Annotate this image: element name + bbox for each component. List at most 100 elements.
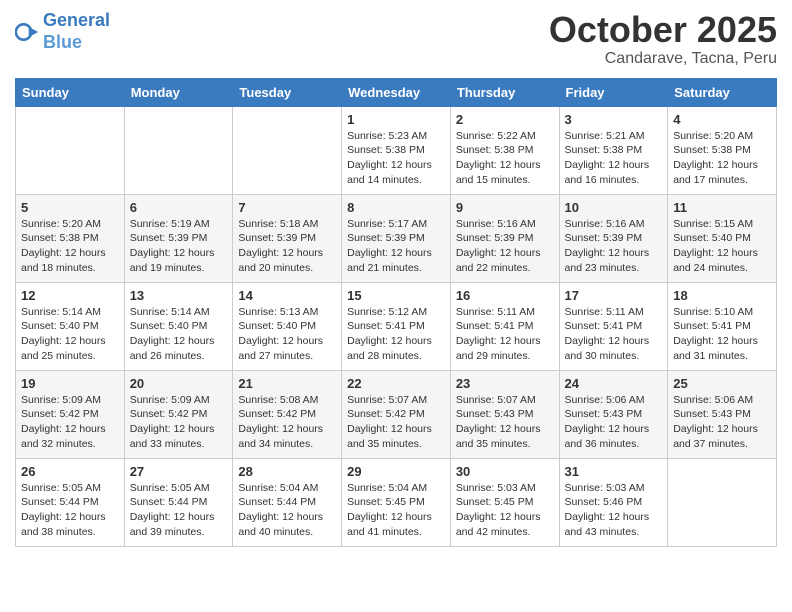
- day-number: 22: [347, 376, 445, 391]
- calendar-cell: 30 Sunrise: 5:03 AM Sunset: 5:45 PM Dayli…: [450, 458, 559, 546]
- day-info: Sunrise: 5:08 AM Sunset: 5:42 PM Dayligh…: [238, 393, 336, 452]
- calendar-cell: 31 Sunrise: 5:03 AM Sunset: 5:46 PM Dayli…: [559, 458, 668, 546]
- day-info: Sunrise: 5:14 AM Sunset: 5:40 PM Dayligh…: [21, 305, 119, 364]
- day-info: Sunrise: 5:19 AM Sunset: 5:39 PM Dayligh…: [130, 217, 228, 276]
- day-info: Sunrise: 5:10 AM Sunset: 5:41 PM Dayligh…: [673, 305, 771, 364]
- day-info: Sunrise: 5:09 AM Sunset: 5:42 PM Dayligh…: [130, 393, 228, 452]
- day-number: 23: [456, 376, 554, 391]
- calendar-cell: 1 Sunrise: 5:23 AM Sunset: 5:38 PM Daylig…: [342, 106, 451, 194]
- day-info: Sunrise: 5:12 AM Sunset: 5:41 PM Dayligh…: [347, 305, 445, 364]
- calendar-cell: [233, 106, 342, 194]
- weekday-header: Wednesday: [342, 78, 451, 106]
- weekday-header: Monday: [124, 78, 233, 106]
- day-number: 20: [130, 376, 228, 391]
- calendar-cell: [668, 458, 777, 546]
- day-info: Sunrise: 5:11 AM Sunset: 5:41 PM Dayligh…: [565, 305, 663, 364]
- day-info: Sunrise: 5:05 AM Sunset: 5:44 PM Dayligh…: [130, 481, 228, 540]
- day-number: 8: [347, 200, 445, 215]
- day-number: 29: [347, 464, 445, 479]
- day-info: Sunrise: 5:22 AM Sunset: 5:38 PM Dayligh…: [456, 129, 554, 188]
- calendar-cell: 8Sunrise: 5:17 AM Sunset: 5:39 PM Daylig…: [342, 194, 451, 282]
- day-number: 11: [673, 200, 771, 215]
- day-info: Sunrise: 5:03 AM Sunset: 5:45 PM Dayligh…: [456, 481, 554, 540]
- calendar-cell: 25 Sunrise: 5:06 AM Sunset: 5:43 PM Dayli…: [668, 370, 777, 458]
- calendar-cell: [16, 106, 125, 194]
- calendar-cell: 21 Sunrise: 5:08 AM Sunset: 5:42 PM Dayli…: [233, 370, 342, 458]
- day-number: 14: [238, 288, 336, 303]
- calendar-cell: 10Sunrise: 5:16 AM Sunset: 5:39 PM Dayli…: [559, 194, 668, 282]
- calendar-cell: 15 Sunrise: 5:12 AM Sunset: 5:41 PM Dayli…: [342, 282, 451, 370]
- day-number: 25: [673, 376, 771, 391]
- calendar-cell: 28 Sunrise: 5:04 AM Sunset: 5:44 PM Dayli…: [233, 458, 342, 546]
- calendar-cell: 6 Sunrise: 5:19 AM Sunset: 5:39 PM Daylig…: [124, 194, 233, 282]
- calendar-cell: 13 Sunrise: 5:14 AM Sunset: 5:40 PM Dayli…: [124, 282, 233, 370]
- day-number: 15: [347, 288, 445, 303]
- weekday-header: Thursday: [450, 78, 559, 106]
- calendar-cell: 14 Sunrise: 5:13 AM Sunset: 5:40 PM Dayli…: [233, 282, 342, 370]
- day-number: 19: [21, 376, 119, 391]
- calendar-cell: 4 Sunrise: 5:20 AM Sunset: 5:38 PM Daylig…: [668, 106, 777, 194]
- day-info: Sunrise: 5:20 AM Sunset: 5:38 PM Dayligh…: [673, 129, 771, 188]
- calendar-cell: 7Sunrise: 5:18 AM Sunset: 5:39 PM Daylig…: [233, 194, 342, 282]
- day-info: Sunrise: 5:14 AM Sunset: 5:40 PM Dayligh…: [130, 305, 228, 364]
- day-number: 13: [130, 288, 228, 303]
- day-number: 21: [238, 376, 336, 391]
- weekday-header: Sunday: [16, 78, 125, 106]
- day-info: Sunrise: 5:06 AM Sunset: 5:43 PM Dayligh…: [565, 393, 663, 452]
- calendar-cell: 12Sunrise: 5:14 AM Sunset: 5:40 PM Dayli…: [16, 282, 125, 370]
- calendar-cell: 18Sunrise: 5:10 AM Sunset: 5:41 PM Dayli…: [668, 282, 777, 370]
- day-info: Sunrise: 5:23 AM Sunset: 5:38 PM Dayligh…: [347, 129, 445, 188]
- weekday-header: Tuesday: [233, 78, 342, 106]
- day-info: Sunrise: 5:13 AM Sunset: 5:40 PM Dayligh…: [238, 305, 336, 364]
- calendar-week-row: 19 Sunrise: 5:09 AM Sunset: 5:42 PM Dayli…: [16, 370, 777, 458]
- calendar-cell: 24 Sunrise: 5:06 AM Sunset: 5:43 PM Dayli…: [559, 370, 668, 458]
- day-info: Sunrise: 5:04 AM Sunset: 5:45 PM Dayligh…: [347, 481, 445, 540]
- day-number: 30: [456, 464, 554, 479]
- calendar-week-row: 12Sunrise: 5:14 AM Sunset: 5:40 PM Dayli…: [16, 282, 777, 370]
- day-number: 1: [347, 112, 445, 127]
- day-number: 4: [673, 112, 771, 127]
- logo-text: General Blue: [43, 10, 110, 53]
- day-number: 2: [456, 112, 554, 127]
- day-number: 27: [130, 464, 228, 479]
- day-number: 24: [565, 376, 663, 391]
- header: General Blue October 2025 Candarave, Tac…: [15, 10, 777, 68]
- day-info: Sunrise: 5:16 AM Sunset: 5:39 PM Dayligh…: [456, 217, 554, 276]
- calendar-week-row: 5Sunrise: 5:20 AM Sunset: 5:38 PM Daylig…: [16, 194, 777, 282]
- day-info: Sunrise: 5:11 AM Sunset: 5:41 PM Dayligh…: [456, 305, 554, 364]
- calendar-cell: 2 Sunrise: 5:22 AM Sunset: 5:38 PM Daylig…: [450, 106, 559, 194]
- calendar-cell: 22Sunrise: 5:07 AM Sunset: 5:42 PM Dayli…: [342, 370, 451, 458]
- location-title: Candarave, Tacna, Peru: [549, 50, 777, 68]
- day-number: 9: [456, 200, 554, 215]
- day-info: Sunrise: 5:15 AM Sunset: 5:40 PM Dayligh…: [673, 217, 771, 276]
- day-number: 6: [130, 200, 228, 215]
- calendar-cell: 3Sunrise: 5:21 AM Sunset: 5:38 PM Daylig…: [559, 106, 668, 194]
- logo: General Blue: [15, 10, 110, 53]
- day-info: Sunrise: 5:04 AM Sunset: 5:44 PM Dayligh…: [238, 481, 336, 540]
- title-section: October 2025 Candarave, Tacna, Peru: [549, 10, 777, 68]
- weekday-header: Saturday: [668, 78, 777, 106]
- page-container: General Blue October 2025 Candarave, Tac…: [0, 0, 792, 562]
- calendar-header-row: SundayMondayTuesdayWednesdayThursdayFrid…: [16, 78, 777, 106]
- day-info: Sunrise: 5:05 AM Sunset: 5:44 PM Dayligh…: [21, 481, 119, 540]
- calendar-cell: 26 Sunrise: 5:05 AM Sunset: 5:44 PM Dayli…: [16, 458, 125, 546]
- calendar-cell: 19 Sunrise: 5:09 AM Sunset: 5:42 PM Dayli…: [16, 370, 125, 458]
- day-info: Sunrise: 5:06 AM Sunset: 5:43 PM Dayligh…: [673, 393, 771, 452]
- day-number: 28: [238, 464, 336, 479]
- logo-icon: [15, 20, 39, 44]
- day-info: Sunrise: 5:21 AM Sunset: 5:38 PM Dayligh…: [565, 129, 663, 188]
- calendar-cell: 23 Sunrise: 5:07 AM Sunset: 5:43 PM Dayli…: [450, 370, 559, 458]
- month-title: October 2025: [549, 10, 777, 50]
- calendar-cell: 20 Sunrise: 5:09 AM Sunset: 5:42 PM Dayli…: [124, 370, 233, 458]
- day-number: 26: [21, 464, 119, 479]
- day-info: Sunrise: 5:07 AM Sunset: 5:43 PM Dayligh…: [456, 393, 554, 452]
- day-number: 17: [565, 288, 663, 303]
- day-number: 31: [565, 464, 663, 479]
- day-number: 10: [565, 200, 663, 215]
- day-info: Sunrise: 5:09 AM Sunset: 5:42 PM Dayligh…: [21, 393, 119, 452]
- day-info: Sunrise: 5:03 AM Sunset: 5:46 PM Dayligh…: [565, 481, 663, 540]
- calendar-week-row: 1 Sunrise: 5:23 AM Sunset: 5:38 PM Daylig…: [16, 106, 777, 194]
- day-number: 16: [456, 288, 554, 303]
- day-info: Sunrise: 5:18 AM Sunset: 5:39 PM Dayligh…: [238, 217, 336, 276]
- calendar-cell: 9 Sunrise: 5:16 AM Sunset: 5:39 PM Daylig…: [450, 194, 559, 282]
